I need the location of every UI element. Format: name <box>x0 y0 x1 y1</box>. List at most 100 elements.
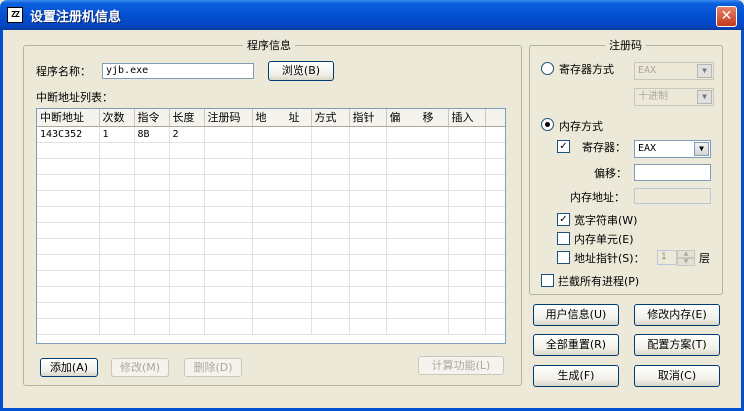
calc-button[interactable]: 计算功能(L) <box>418 356 504 375</box>
table-cell <box>386 302 449 319</box>
table-cell <box>169 158 205 175</box>
table-row-empty[interactable] <box>37 142 505 159</box>
memory-address-label: 内存地址： <box>570 191 625 204</box>
offset-field[interactable] <box>634 164 711 181</box>
table-row-empty[interactable] <box>37 318 505 335</box>
table-cell <box>169 286 205 303</box>
table-cell <box>485 318 505 335</box>
table-row-empty[interactable] <box>37 222 505 239</box>
pointer-level-field[interactable]: 1 <box>657 250 677 265</box>
table-row-empty[interactable] <box>37 286 505 303</box>
memory-register-value: EAX <box>638 143 657 154</box>
table-cell <box>386 126 449 143</box>
reset-all-button[interactable]: 全部重置(R) <box>533 334 619 356</box>
table-cell <box>169 238 205 255</box>
table-row-empty[interactable] <box>37 270 505 287</box>
table-cell <box>169 142 205 159</box>
user-info-button[interactable]: 用户信息(U) <box>533 304 619 326</box>
breakpoint-table[interactable]: 中断地址 次数 指令 长度 注册码 地 址 方式 指针 偏 移 插入 143C3… <box>36 108 506 344</box>
column-header[interactable]: 长度 <box>169 109 205 127</box>
table-cell <box>311 238 350 255</box>
register-checkbox[interactable]: ✓ <box>557 140 570 153</box>
table-row-empty[interactable] <box>37 174 505 191</box>
table-row-empty[interactable] <box>37 206 505 223</box>
table-cell <box>485 222 505 239</box>
table-cell <box>485 286 505 303</box>
table-cell <box>311 174 350 191</box>
pointer-level-unit: 层 <box>699 252 710 265</box>
register-mode-radio[interactable] <box>541 62 554 75</box>
table-cell <box>485 270 505 287</box>
table-cell <box>204 126 253 143</box>
table-cell <box>386 286 449 303</box>
table-cell <box>252 126 312 143</box>
program-name-field[interactable]: yjb.exe <box>102 63 254 79</box>
column-header[interactable]: 方式 <box>311 109 350 127</box>
memory-cell-label: 内存单元(E) <box>574 233 634 246</box>
column-header-filler <box>485 109 505 127</box>
address-pointer-checkbox[interactable] <box>557 251 570 264</box>
modify-button[interactable]: 修改(M) <box>111 358 169 377</box>
column-header[interactable]: 注册码 <box>204 109 253 127</box>
delete-button[interactable]: 删除(D) <box>184 358 242 377</box>
table-row-empty[interactable] <box>37 238 505 255</box>
modify-memory-button[interactable]: 修改内存(E) <box>634 304 720 326</box>
table-cell <box>349 286 387 303</box>
column-header[interactable]: 地 址 <box>252 109 312 127</box>
memory-register-select[interactable]: EAX ▼ <box>634 140 711 158</box>
spin-down-icon[interactable]: ▼ <box>677 258 695 266</box>
table-cell <box>485 142 505 159</box>
table-cell <box>134 206 170 223</box>
table-row-empty[interactable] <box>37 254 505 271</box>
column-header[interactable]: 指针 <box>349 109 387 127</box>
column-header[interactable]: 插入 <box>448 109 486 127</box>
register-select[interactable]: EAX ▼ <box>634 62 714 80</box>
memory-mode-label: 内存方式 <box>559 120 603 133</box>
table-cell <box>99 254 135 271</box>
generate-button[interactable]: 生成(F) <box>533 365 619 387</box>
table-row-empty[interactable] <box>37 158 505 175</box>
table-cell <box>99 142 135 159</box>
pointer-level-spinner[interactable]: ▲ ▼ <box>677 250 695 266</box>
table-cell <box>204 206 253 223</box>
wide-string-label: 宽字符串(W) <box>574 214 638 227</box>
table-cell <box>349 302 387 319</box>
table-cell <box>37 206 100 223</box>
table-cell <box>311 126 350 143</box>
table-cell <box>134 286 170 303</box>
table-cell <box>311 286 350 303</box>
column-header[interactable]: 次数 <box>99 109 135 127</box>
wide-string-checkbox[interactable]: ✓ <box>557 213 570 226</box>
table-cell <box>37 142 100 159</box>
column-header[interactable]: 指令 <box>134 109 170 127</box>
table-cell <box>204 174 253 191</box>
browse-button[interactable]: 浏览(B) <box>268 61 334 81</box>
column-header[interactable]: 偏 移 <box>386 109 449 127</box>
table-cell <box>169 174 205 191</box>
table-cell <box>37 158 100 175</box>
table-row[interactable]: 143C352 1 8B 2 <box>37 126 505 143</box>
table-cell <box>349 270 387 287</box>
table-row-empty[interactable] <box>37 302 505 319</box>
column-header[interactable]: 中断地址 <box>37 109 100 127</box>
cancel-button[interactable]: 取消(C) <box>634 365 720 387</box>
spin-up-icon[interactable]: ▲ <box>677 250 695 258</box>
config-plan-button[interactable]: 配置方案(T) <box>634 334 720 356</box>
memory-address-field[interactable] <box>634 188 711 204</box>
title-bar[interactable]: ZZ 设置注册机信息 ✕ <box>0 0 744 30</box>
table-cell <box>448 254 486 271</box>
radix-select[interactable]: 十进制 ▼ <box>634 88 714 106</box>
table-row-empty[interactable] <box>37 190 505 207</box>
close-button[interactable]: ✕ <box>716 6 737 27</box>
intercept-all-checkbox[interactable] <box>541 274 554 287</box>
table-cell <box>37 270 100 287</box>
table-cell <box>349 142 387 159</box>
table-cell <box>37 318 100 335</box>
memory-cell-checkbox[interactable] <box>557 232 570 245</box>
table-cell <box>204 238 253 255</box>
add-button[interactable]: 添加(A) <box>40 358 98 377</box>
memory-mode-radio[interactable] <box>541 118 554 131</box>
table-cell <box>386 190 449 207</box>
table-cell <box>169 302 205 319</box>
table-cell <box>169 318 205 335</box>
